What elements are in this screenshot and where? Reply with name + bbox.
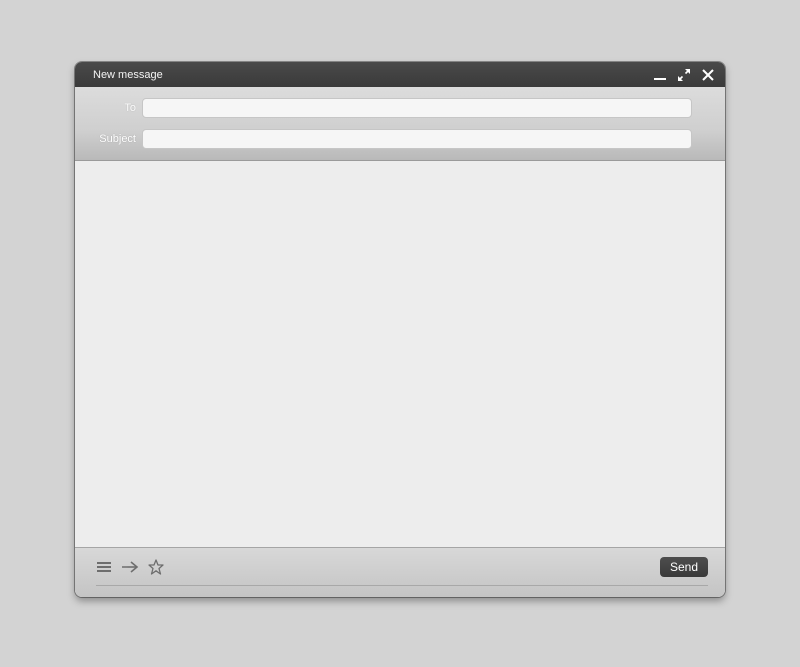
compose-window: New message To Subject Send — [75, 62, 725, 597]
minimize-button[interactable] — [653, 68, 667, 82]
message-header-panel: To Subject — [75, 87, 725, 161]
window-title: New message — [93, 68, 163, 81]
message-body-area — [75, 161, 725, 548]
close-icon — [702, 68, 714, 81]
to-row: To — [75, 97, 725, 119]
forward-button[interactable] — [121, 558, 139, 576]
window-controls — [653, 62, 715, 87]
menu-icon — [97, 562, 111, 572]
star-icon — [148, 559, 164, 575]
subject-input[interactable] — [142, 129, 692, 149]
send-button[interactable]: Send — [660, 557, 708, 577]
close-button[interactable] — [701, 68, 715, 82]
forward-arrow-icon — [122, 561, 139, 573]
subject-label: Subject — [99, 133, 136, 145]
title-bar[interactable]: New message — [75, 62, 725, 87]
footer-toolbar — [95, 558, 165, 576]
to-input[interactable] — [142, 98, 692, 118]
maximize-button[interactable] — [677, 68, 691, 82]
subject-row: Subject — [75, 128, 725, 150]
compose-footer: Send — [75, 548, 725, 597]
menu-button[interactable] — [95, 558, 113, 576]
footer-divider — [96, 585, 708, 586]
minimize-icon — [654, 77, 666, 80]
expand-icon — [678, 68, 690, 81]
message-body-input[interactable] — [75, 161, 725, 547]
star-button[interactable] — [147, 558, 165, 576]
to-label: To — [124, 102, 136, 114]
